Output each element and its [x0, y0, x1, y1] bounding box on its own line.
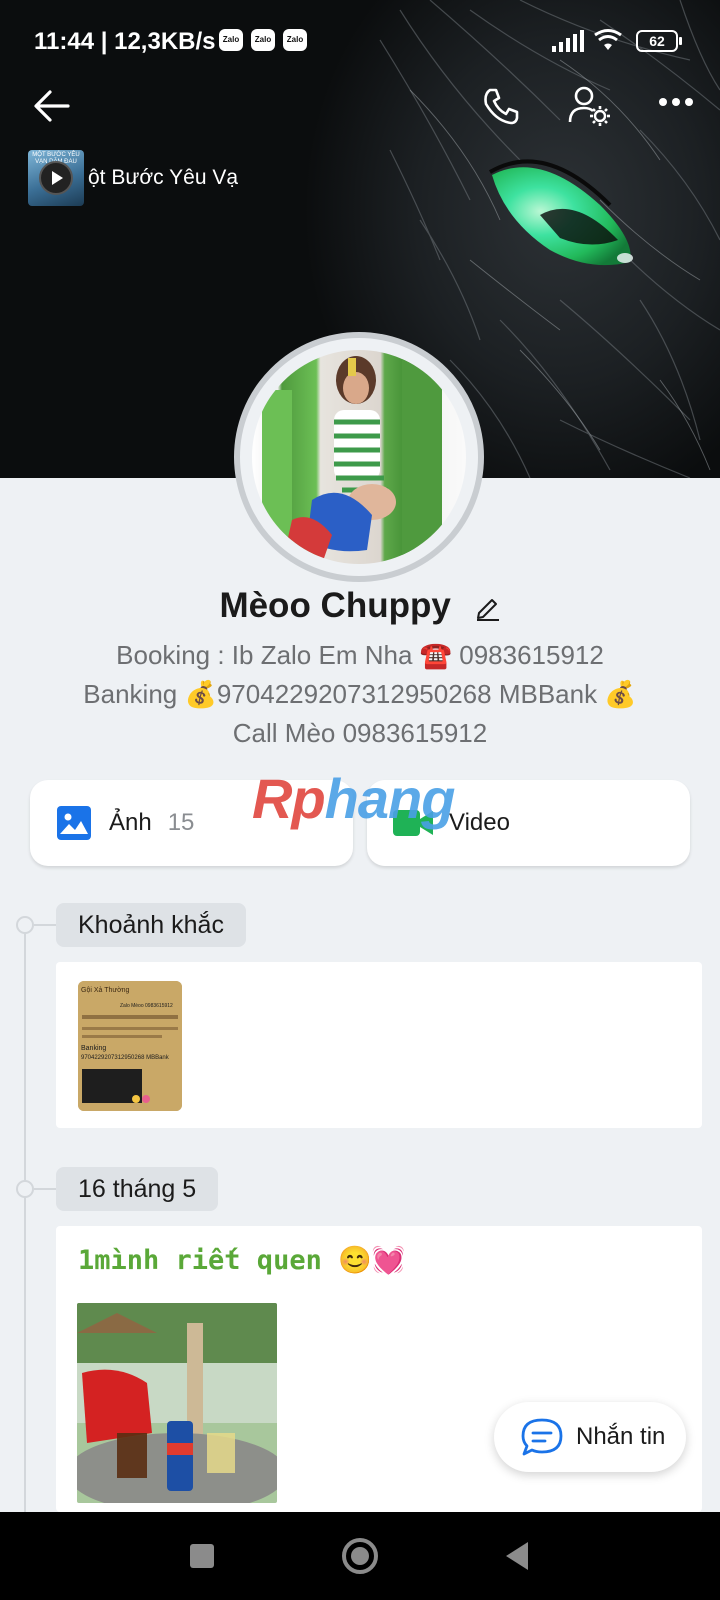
- battery-level: 62: [649, 33, 665, 49]
- battery-icon: 62: [636, 30, 678, 52]
- moments-tag: Khoảnh khắc: [56, 903, 246, 947]
- back-nav-icon[interactable]: [502, 1540, 532, 1572]
- profile-music[interactable]: MỘT BƯỚC YÊU VẠN DẶM ĐAU ột Bước Yêu Vạ: [28, 150, 246, 206]
- post-photo-graphic: [77, 1303, 277, 1503]
- watermark-logo: Rphang: [252, 766, 456, 831]
- recent-apps-icon[interactable]: [188, 1542, 216, 1570]
- music-thumbnail: MỘT BƯỚC YÊU VẠN DẶM ĐAU: [28, 150, 84, 206]
- post-caption: 1mình riết quen 😊💓: [78, 1245, 406, 1276]
- photos-label: Ảnh: [109, 809, 152, 836]
- moment-thumbnail-text: Banking: [81, 1045, 107, 1052]
- edit-pencil-icon[interactable]: [475, 595, 501, 621]
- signal-icon: [552, 30, 584, 52]
- zalo-notification-icon: Zalo: [251, 29, 275, 51]
- profile-name: Mèoo Chuppy: [219, 586, 451, 625]
- zalo-notification-icon: Zalo: [283, 29, 307, 51]
- post-photo[interactable]: [77, 1303, 277, 1503]
- status-bar: 11:44 | 12,3KB/s Zalo Zalo Zalo 62: [0, 0, 720, 82]
- moment-thumbnail-text: Gội Xả Thường: [81, 987, 130, 994]
- avatar[interactable]: [252, 350, 466, 564]
- wifi-icon: [594, 29, 622, 50]
- photo-icon: [57, 806, 91, 840]
- timeline-connector: [34, 924, 56, 926]
- bio-line: Call Mèo 0983615912: [232, 718, 488, 748]
- back-arrow-icon[interactable]: [32, 88, 72, 124]
- watermark-part: hang: [324, 767, 456, 830]
- video-label: Video: [449, 809, 510, 836]
- watermark-part: Rp: [252, 767, 326, 830]
- more-options-icon[interactable]: [658, 96, 694, 108]
- message-button[interactable]: Nhắn tin: [494, 1402, 686, 1472]
- timeline-connector: [34, 1188, 56, 1190]
- battery-tip: [679, 37, 682, 45]
- photos-count: 15: [167, 809, 195, 836]
- message-label: Nhắn tin: [576, 1423, 666, 1450]
- avatar-photo: [262, 350, 442, 564]
- timeline-line: [24, 925, 26, 1525]
- home-icon[interactable]: [340, 1536, 380, 1576]
- bio-line: Booking : Ib Zalo Em Nha ☎️ 0983615912: [116, 640, 604, 670]
- moment-thumbnail-text: Zalo Mèoo 0983615912: [120, 1003, 173, 1009]
- moment-thumbnail[interactable]: Gội Xả Thường Banking 970422920731295026…: [78, 981, 182, 1111]
- phone-call-icon[interactable]: [481, 86, 521, 126]
- zalo-notification-icon: Zalo: [219, 29, 243, 51]
- system-nav-bar: [0, 1512, 720, 1600]
- moments-card: Gội Xả Thường Banking 970422920731295026…: [56, 962, 702, 1128]
- profile-settings-icon[interactable]: [568, 84, 612, 128]
- moment-thumbnail-text: 9704229207312950268 MBBank: [81, 1055, 169, 1061]
- profile-name-row: Mèoo Chuppy: [0, 586, 720, 626]
- play-icon[interactable]: [39, 161, 73, 195]
- chat-bubble-icon: [521, 1418, 563, 1456]
- music-title: ột Bước Yêu Vạ: [88, 166, 238, 189]
- timeline-dot: [16, 916, 34, 934]
- timeline-dot: [16, 1180, 34, 1198]
- date-tag: 16 tháng 5: [56, 1167, 219, 1211]
- bio-line: Banking 💰9704229207312950268 MBBank 💰: [83, 679, 637, 709]
- status-time: 11:44 | 12,3KB/s: [34, 28, 216, 55]
